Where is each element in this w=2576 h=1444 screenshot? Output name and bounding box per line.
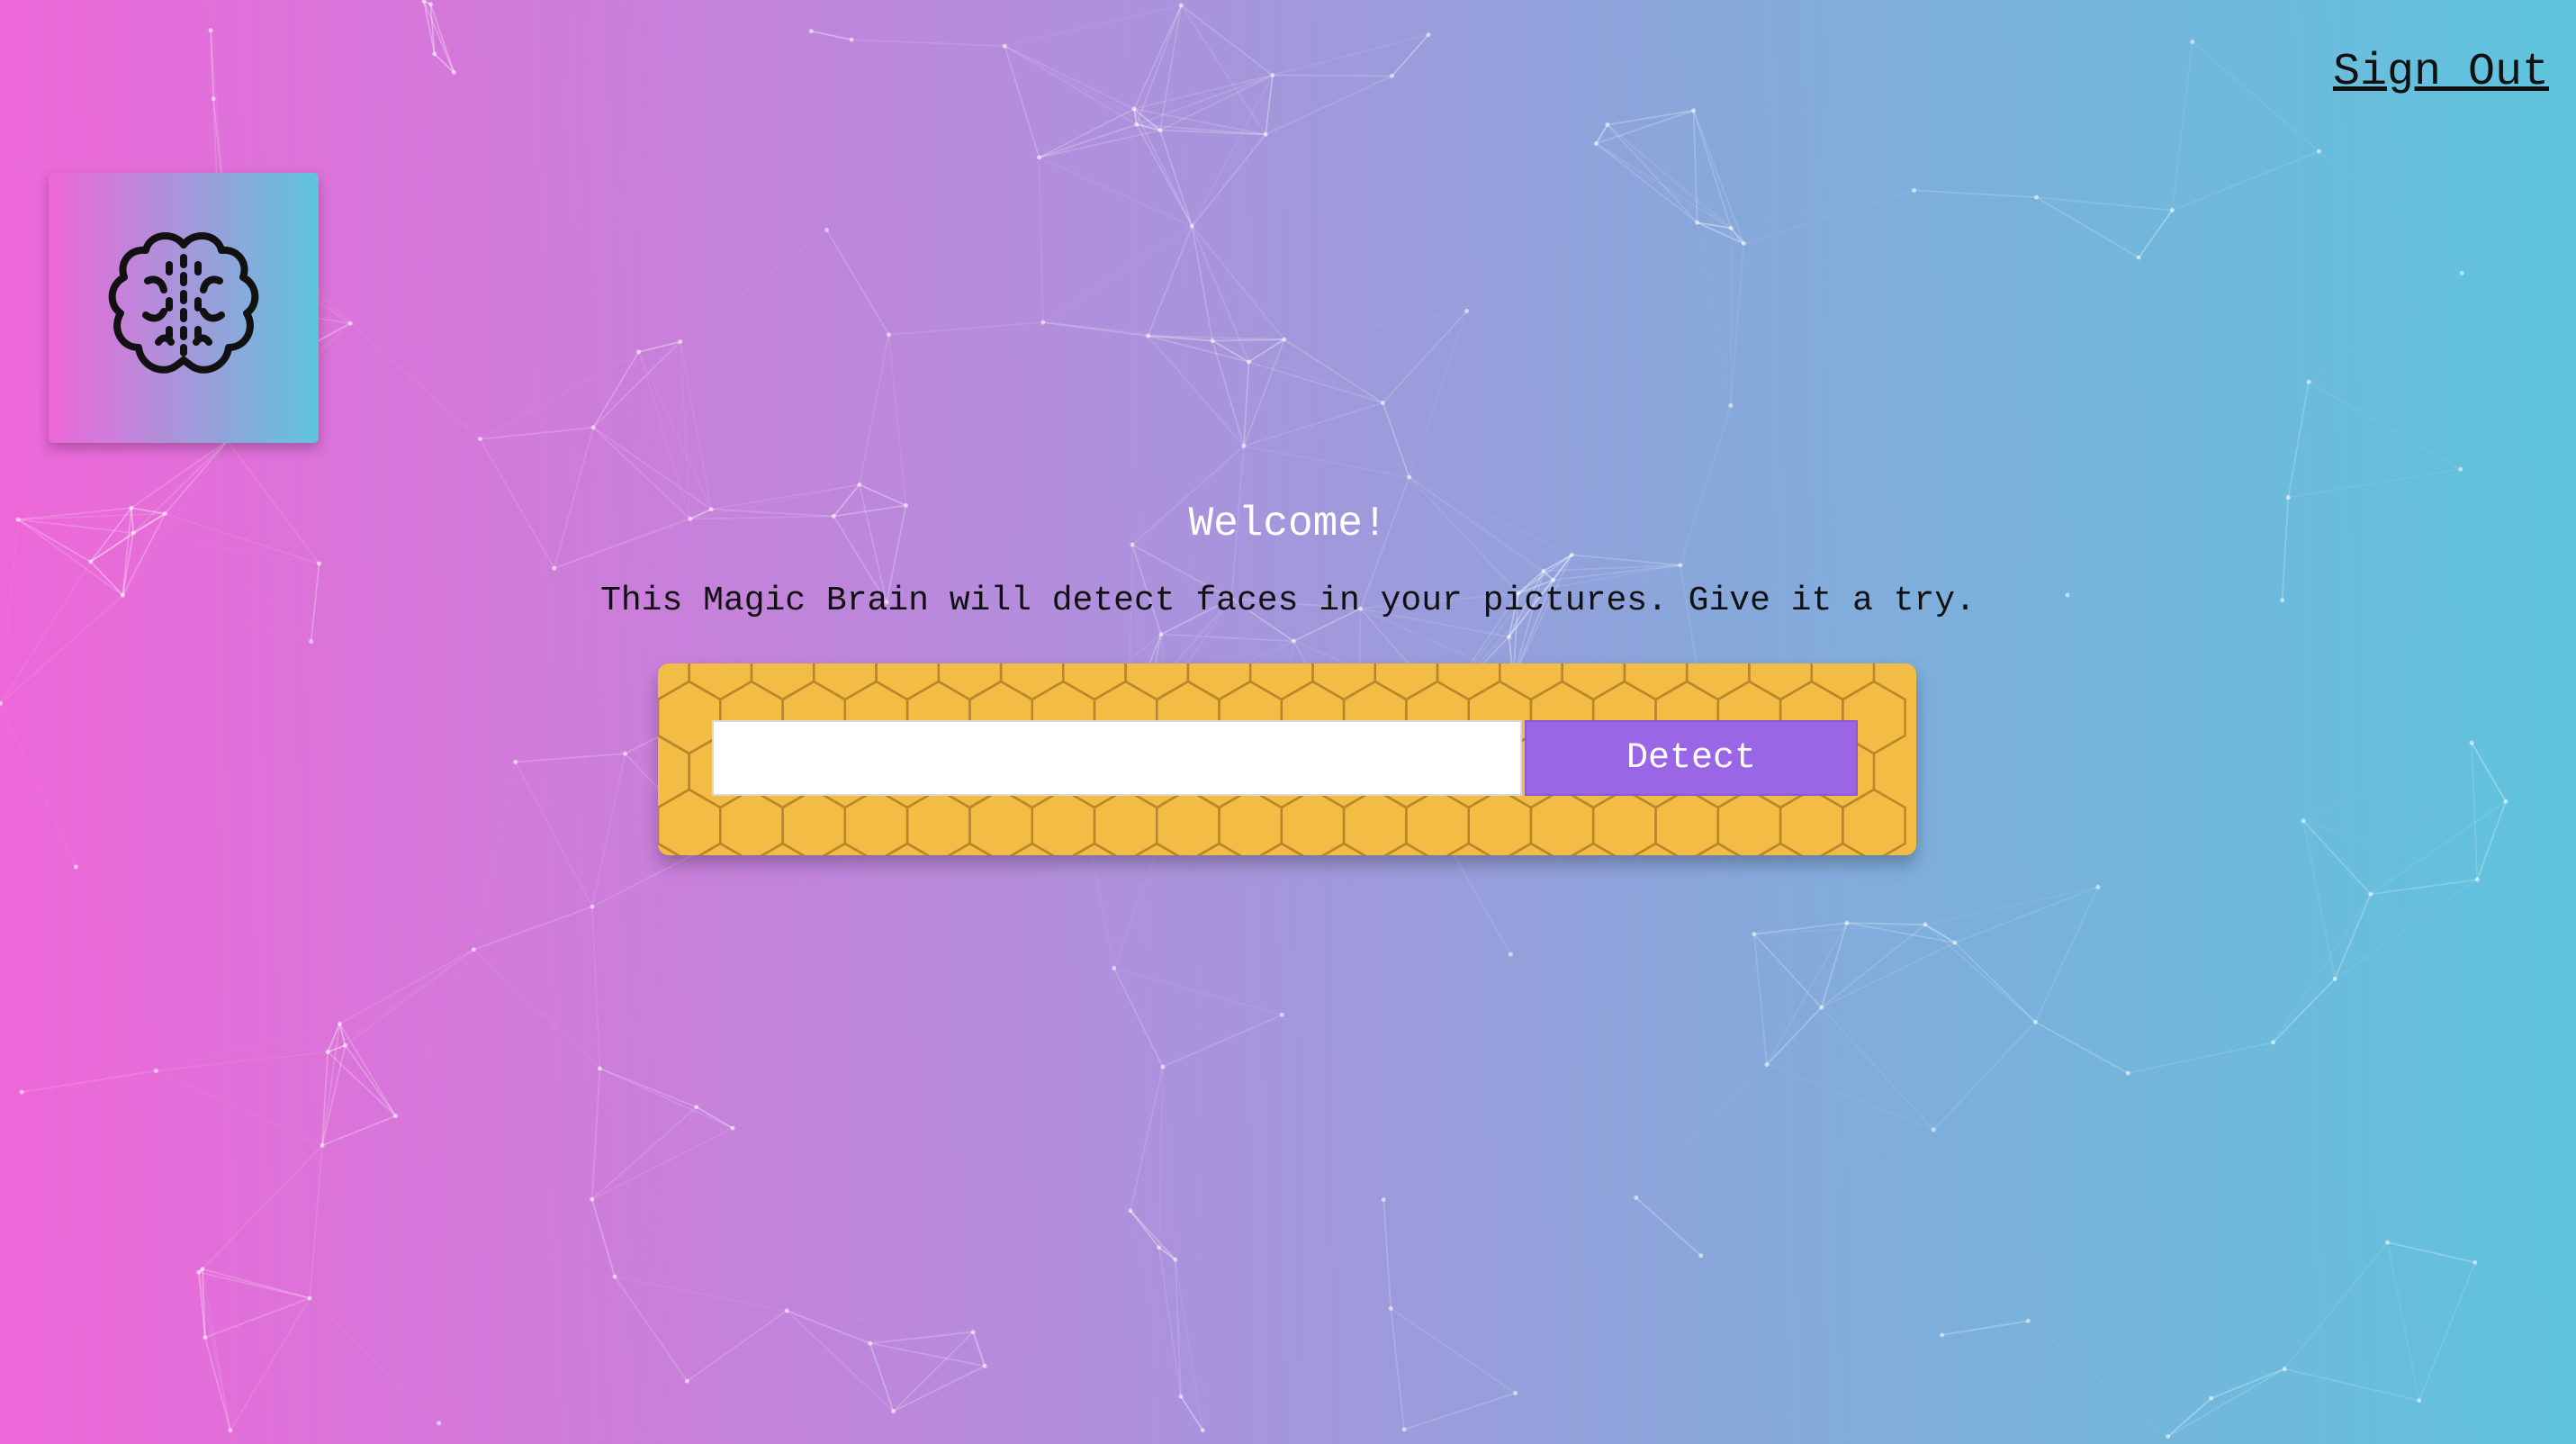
brain-icon: [108, 232, 259, 374]
sign-out-link[interactable]: Sign Out: [2333, 47, 2549, 98]
intro-text: This Magic Brain will detect faces in yo…: [600, 582, 1976, 620]
detect-button[interactable]: Detect: [1525, 720, 1858, 796]
welcome-heading: Welcome!: [1188, 501, 1388, 547]
image-url-input[interactable]: [712, 720, 1522, 796]
logo[interactable]: [49, 173, 319, 443]
image-link-form: Detect: [658, 663, 1916, 855]
navigation: Sign Out: [2333, 47, 2549, 98]
